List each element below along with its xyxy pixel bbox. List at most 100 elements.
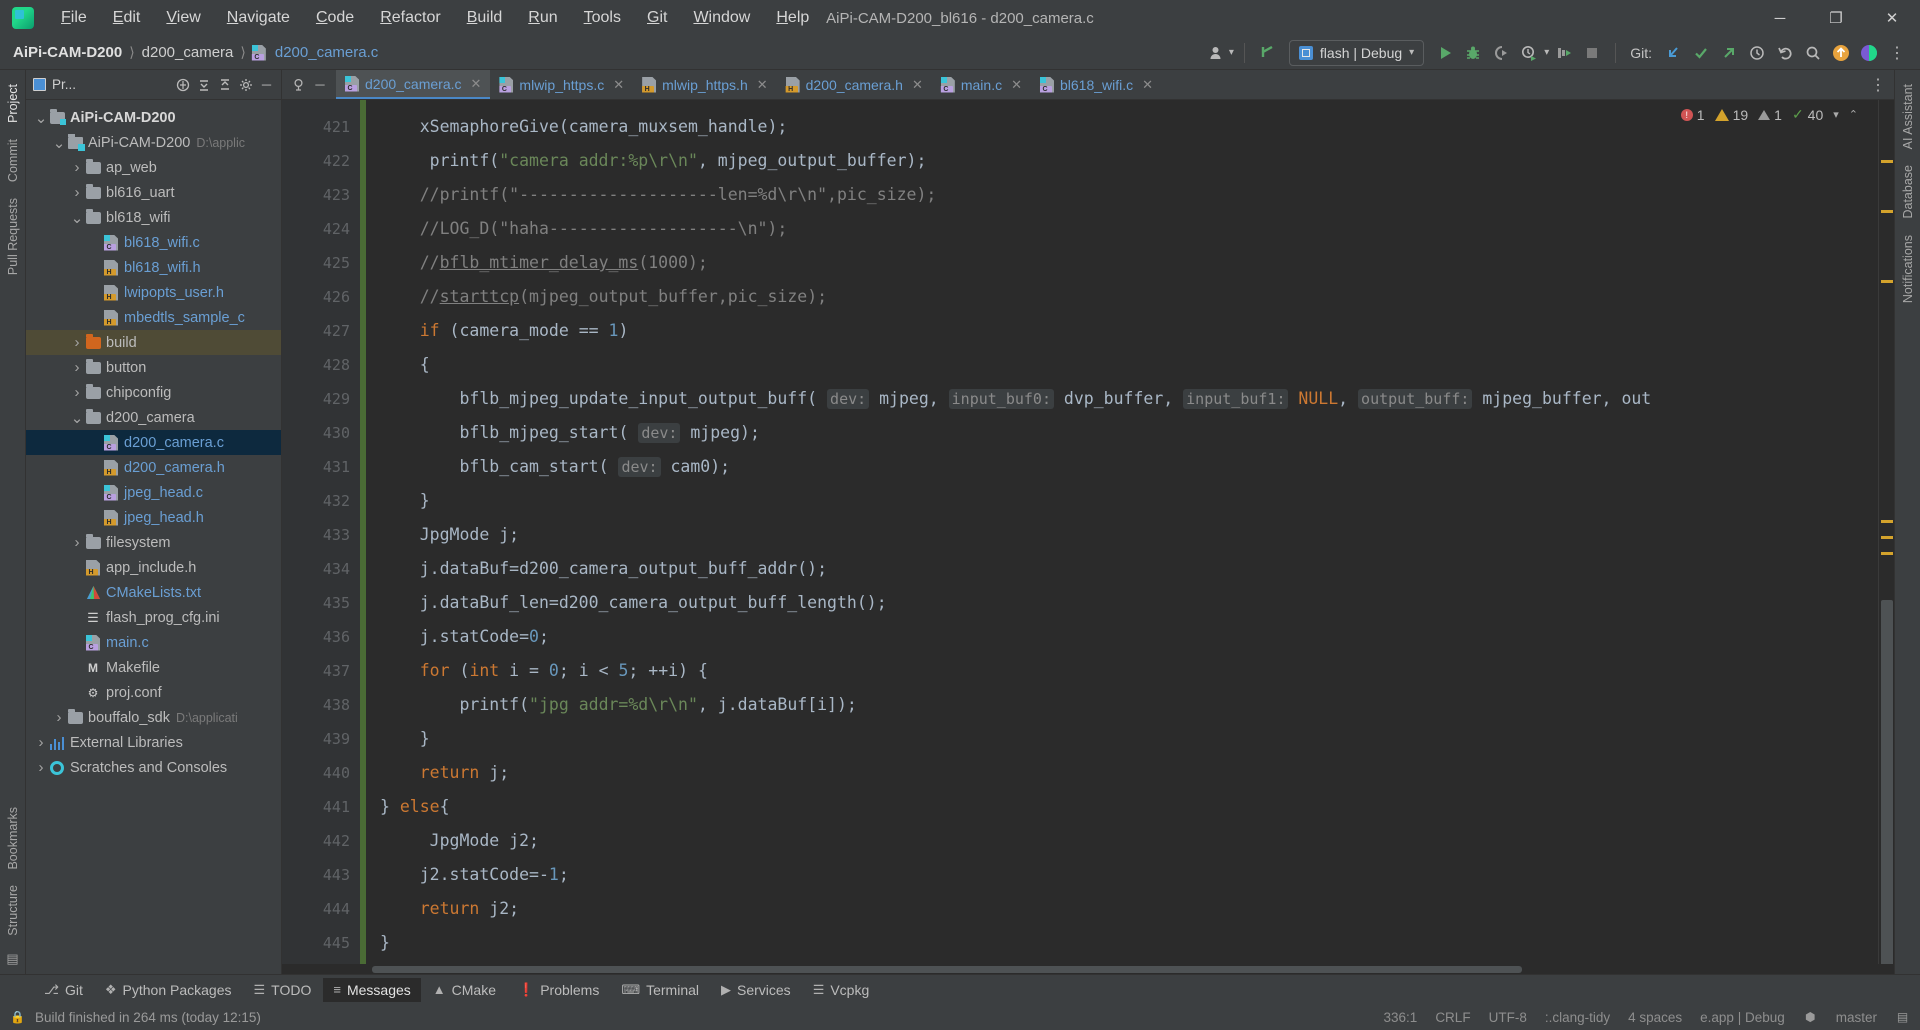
chevron-down-icon[interactable]: ▾ <box>1229 47 1234 58</box>
tree-node-bouffalo-sdk[interactable]: › bouffalo_sdk D:\applicati <box>26 705 281 730</box>
code-line[interactable]: xSemaphoreGive(camera_muxsem_handle); <box>366 110 1878 144</box>
line-number[interactable]: 444 <box>282 892 360 926</box>
line-separator[interactable]: CRLF <box>1435 1010 1470 1025</box>
tool-tab-python-packages[interactable]: ❖ Python Packages <box>95 978 242 1002</box>
chevron-right-icon[interactable]: › <box>70 184 84 201</box>
tool-tab-messages[interactable]: ≡ Messages <box>323 977 421 1002</box>
tree-node-d200-camera-c[interactable]: Cd200_camera.c <box>26 430 281 455</box>
close-tab-icon[interactable]: ✕ <box>912 77 923 93</box>
read-write-icon[interactable]: 🔒 <box>10 1010 25 1025</box>
code-content[interactable]: xSemaphoreGive(camera_muxsem_handle); pr… <box>366 100 1878 964</box>
line-number[interactable]: 435 <box>282 586 360 620</box>
maximize-button[interactable]: ❐ <box>1808 0 1864 36</box>
code-line[interactable]: return j2; <box>366 892 1878 926</box>
code-line[interactable]: } <box>366 926 1878 960</box>
tree-node-makefile[interactable]: M Makefile <box>26 655 281 680</box>
breadcrumb-file[interactable]: d200_camera.c <box>272 42 381 63</box>
tool-tab-services[interactable]: ▶ Services <box>711 978 801 1002</box>
menu-item-run[interactable]: Run <box>515 5 570 31</box>
tree-node-aipi-cam-d200[interactable]: ⌄ AiPi-CAM-D200 <box>26 105 281 130</box>
tree-node-bl618-wifi-h[interactable]: Hbl618_wifi.h <box>26 255 281 280</box>
tree-node-main-c[interactable]: Cmain.c <box>26 630 281 655</box>
line-number[interactable]: 438 <box>282 688 360 722</box>
code-line[interactable]: } <box>366 722 1878 756</box>
chevron-down-icon[interactable]: ⌄ <box>70 409 84 427</box>
breadcrumb-project[interactable]: AiPi-CAM-D200 <box>10 42 125 63</box>
code-line[interactable]: } else{ <box>366 790 1878 824</box>
tool-tab-terminal[interactable]: ⌨ Terminal <box>611 978 709 1002</box>
chevron-right-icon[interactable]: › <box>70 334 84 351</box>
code-line[interactable]: j.statCode=0; <box>366 620 1878 654</box>
inspection-weak-warnings[interactable]: 1 <box>1758 107 1782 123</box>
line-number[interactable]: 445⌂ <box>282 926 371 960</box>
line-number[interactable]: 442 <box>282 824 360 858</box>
tree-node-cmakelists-txt[interactable]: CMakeLists.txt <box>26 580 281 605</box>
chevron-right-icon[interactable]: › <box>70 384 84 401</box>
select-opened-file-icon[interactable] <box>175 77 190 92</box>
tool-tab-cmake[interactable]: ▲ CMake <box>423 978 506 1002</box>
chevron-right-icon[interactable]: › <box>70 534 84 551</box>
chevron-down-icon[interactable]: ⌄ <box>34 109 48 127</box>
line-number[interactable]: 440 <box>282 756 360 790</box>
inspection-errors[interactable]: ! 1 <box>1680 107 1705 123</box>
editor-hscroll-thumb[interactable] <box>372 966 1522 973</box>
sidebar-tab-pull-requests[interactable]: Pull Requests <box>3 190 23 283</box>
line-number[interactable]: 429 <box>282 382 360 416</box>
line-number[interactable]: 422 <box>282 144 360 178</box>
sidebar-tab-database[interactable]: Database <box>1898 157 1918 227</box>
sidebar-tab-ai-assistant[interactable]: AI Assistant <box>1898 76 1918 157</box>
line-number[interactable]: 427▽ <box>282 314 371 348</box>
tree-node-proj-conf[interactable]: ⚙ proj.conf <box>26 680 281 705</box>
memory-indicator-icon[interactable]: ▤ <box>1895 1010 1910 1025</box>
line-number[interactable]: 428 <box>282 348 360 382</box>
sidebar-tab-commit[interactable]: Commit <box>3 131 23 190</box>
menu-item-window[interactable]: Window <box>680 5 763 31</box>
close-tab-icon[interactable]: ✕ <box>1011 77 1022 93</box>
line-number[interactable]: 436 <box>282 620 360 654</box>
tree-node-lwipopts-user-h[interactable]: Hlwipopts_user.h <box>26 280 281 305</box>
tool-tab-problems[interactable]: ❗ Problems <box>508 978 609 1002</box>
update-available-icon[interactable] <box>1828 40 1854 66</box>
minimize-button[interactable]: ─ <box>1752 0 1808 36</box>
indent-setting[interactable]: 4 spaces <box>1628 1010 1682 1025</box>
line-number[interactable]: 432⌂ <box>282 484 371 518</box>
terminal-icon[interactable]: ▤ <box>6 951 18 967</box>
sidebar-tab-project[interactable]: Project <box>3 76 23 131</box>
caret-position[interactable]: 336:1 <box>1384 1010 1418 1025</box>
hide-editor-tabs-icon[interactable]: ─ <box>311 76 329 94</box>
tool-tab-vcpkg[interactable]: ☰ Vcpkg <box>803 978 880 1002</box>
code-line[interactable]: //printf("--------------------len=%d\r\n… <box>366 178 1878 212</box>
code-line[interactable]: j2.statCode=-1; <box>366 858 1878 892</box>
code-line[interactable]: //LOG_D("haha-------------------\n"); <box>366 212 1878 246</box>
editor-marker-bar[interactable] <box>1878 100 1894 964</box>
code-line[interactable]: j.dataBuf=d200_camera_output_buff_addr()… <box>366 552 1878 586</box>
line-number[interactable]: 439⌂ <box>282 722 371 756</box>
chevron-right-icon[interactable]: › <box>70 359 84 376</box>
code-line[interactable]: return j; <box>366 756 1878 790</box>
sidebar-tab-bookmarks[interactable]: Bookmarks <box>3 799 23 878</box>
tree-node-bl616-uart[interactable]: › bl616_uart <box>26 180 281 205</box>
menu-item-view[interactable]: View <box>153 5 213 31</box>
menu-item-git[interactable]: Git <box>634 5 680 31</box>
menu-item-edit[interactable]: Edit <box>100 5 154 31</box>
sidebar-tab-notifications[interactable]: Notifications <box>1898 227 1918 311</box>
editor-tabbar-more-icon[interactable]: ⋮ <box>1870 70 1894 99</box>
chevron-right-icon[interactable]: › <box>52 709 66 726</box>
user-avatar-icon[interactable] <box>1204 40 1230 66</box>
line-number[interactable]: 441⌂ <box>282 790 371 824</box>
context-indicator[interactable]: e.app | Debug <box>1700 1010 1785 1025</box>
menu-item-build[interactable]: Build <box>454 5 516 31</box>
chevron-right-icon[interactable]: › <box>34 759 48 776</box>
tree-node-d200-camera-h[interactable]: Hd200_camera.h <box>26 455 281 480</box>
sidebar-tab-structure[interactable]: Structure <box>3 877 23 944</box>
line-number[interactable]: 443 <box>282 858 360 892</box>
clang-tidy-indicator[interactable]: :.clang-tidy <box>1545 1010 1610 1025</box>
chevron-right-icon[interactable]: › <box>34 734 48 751</box>
line-number[interactable]: 425 <box>282 246 360 280</box>
line-number[interactable]: 437▽ <box>282 654 371 688</box>
editor-tab-d200-camera-c[interactable]: Cd200_camera.c ✕ <box>336 70 491 99</box>
chevron-right-icon[interactable]: › <box>70 159 84 176</box>
run-icon[interactable] <box>1432 40 1458 66</box>
editor-scrollbar-thumb[interactable] <box>1881 600 1893 964</box>
inspection-typos[interactable]: ✓ 40 <box>1792 106 1823 123</box>
